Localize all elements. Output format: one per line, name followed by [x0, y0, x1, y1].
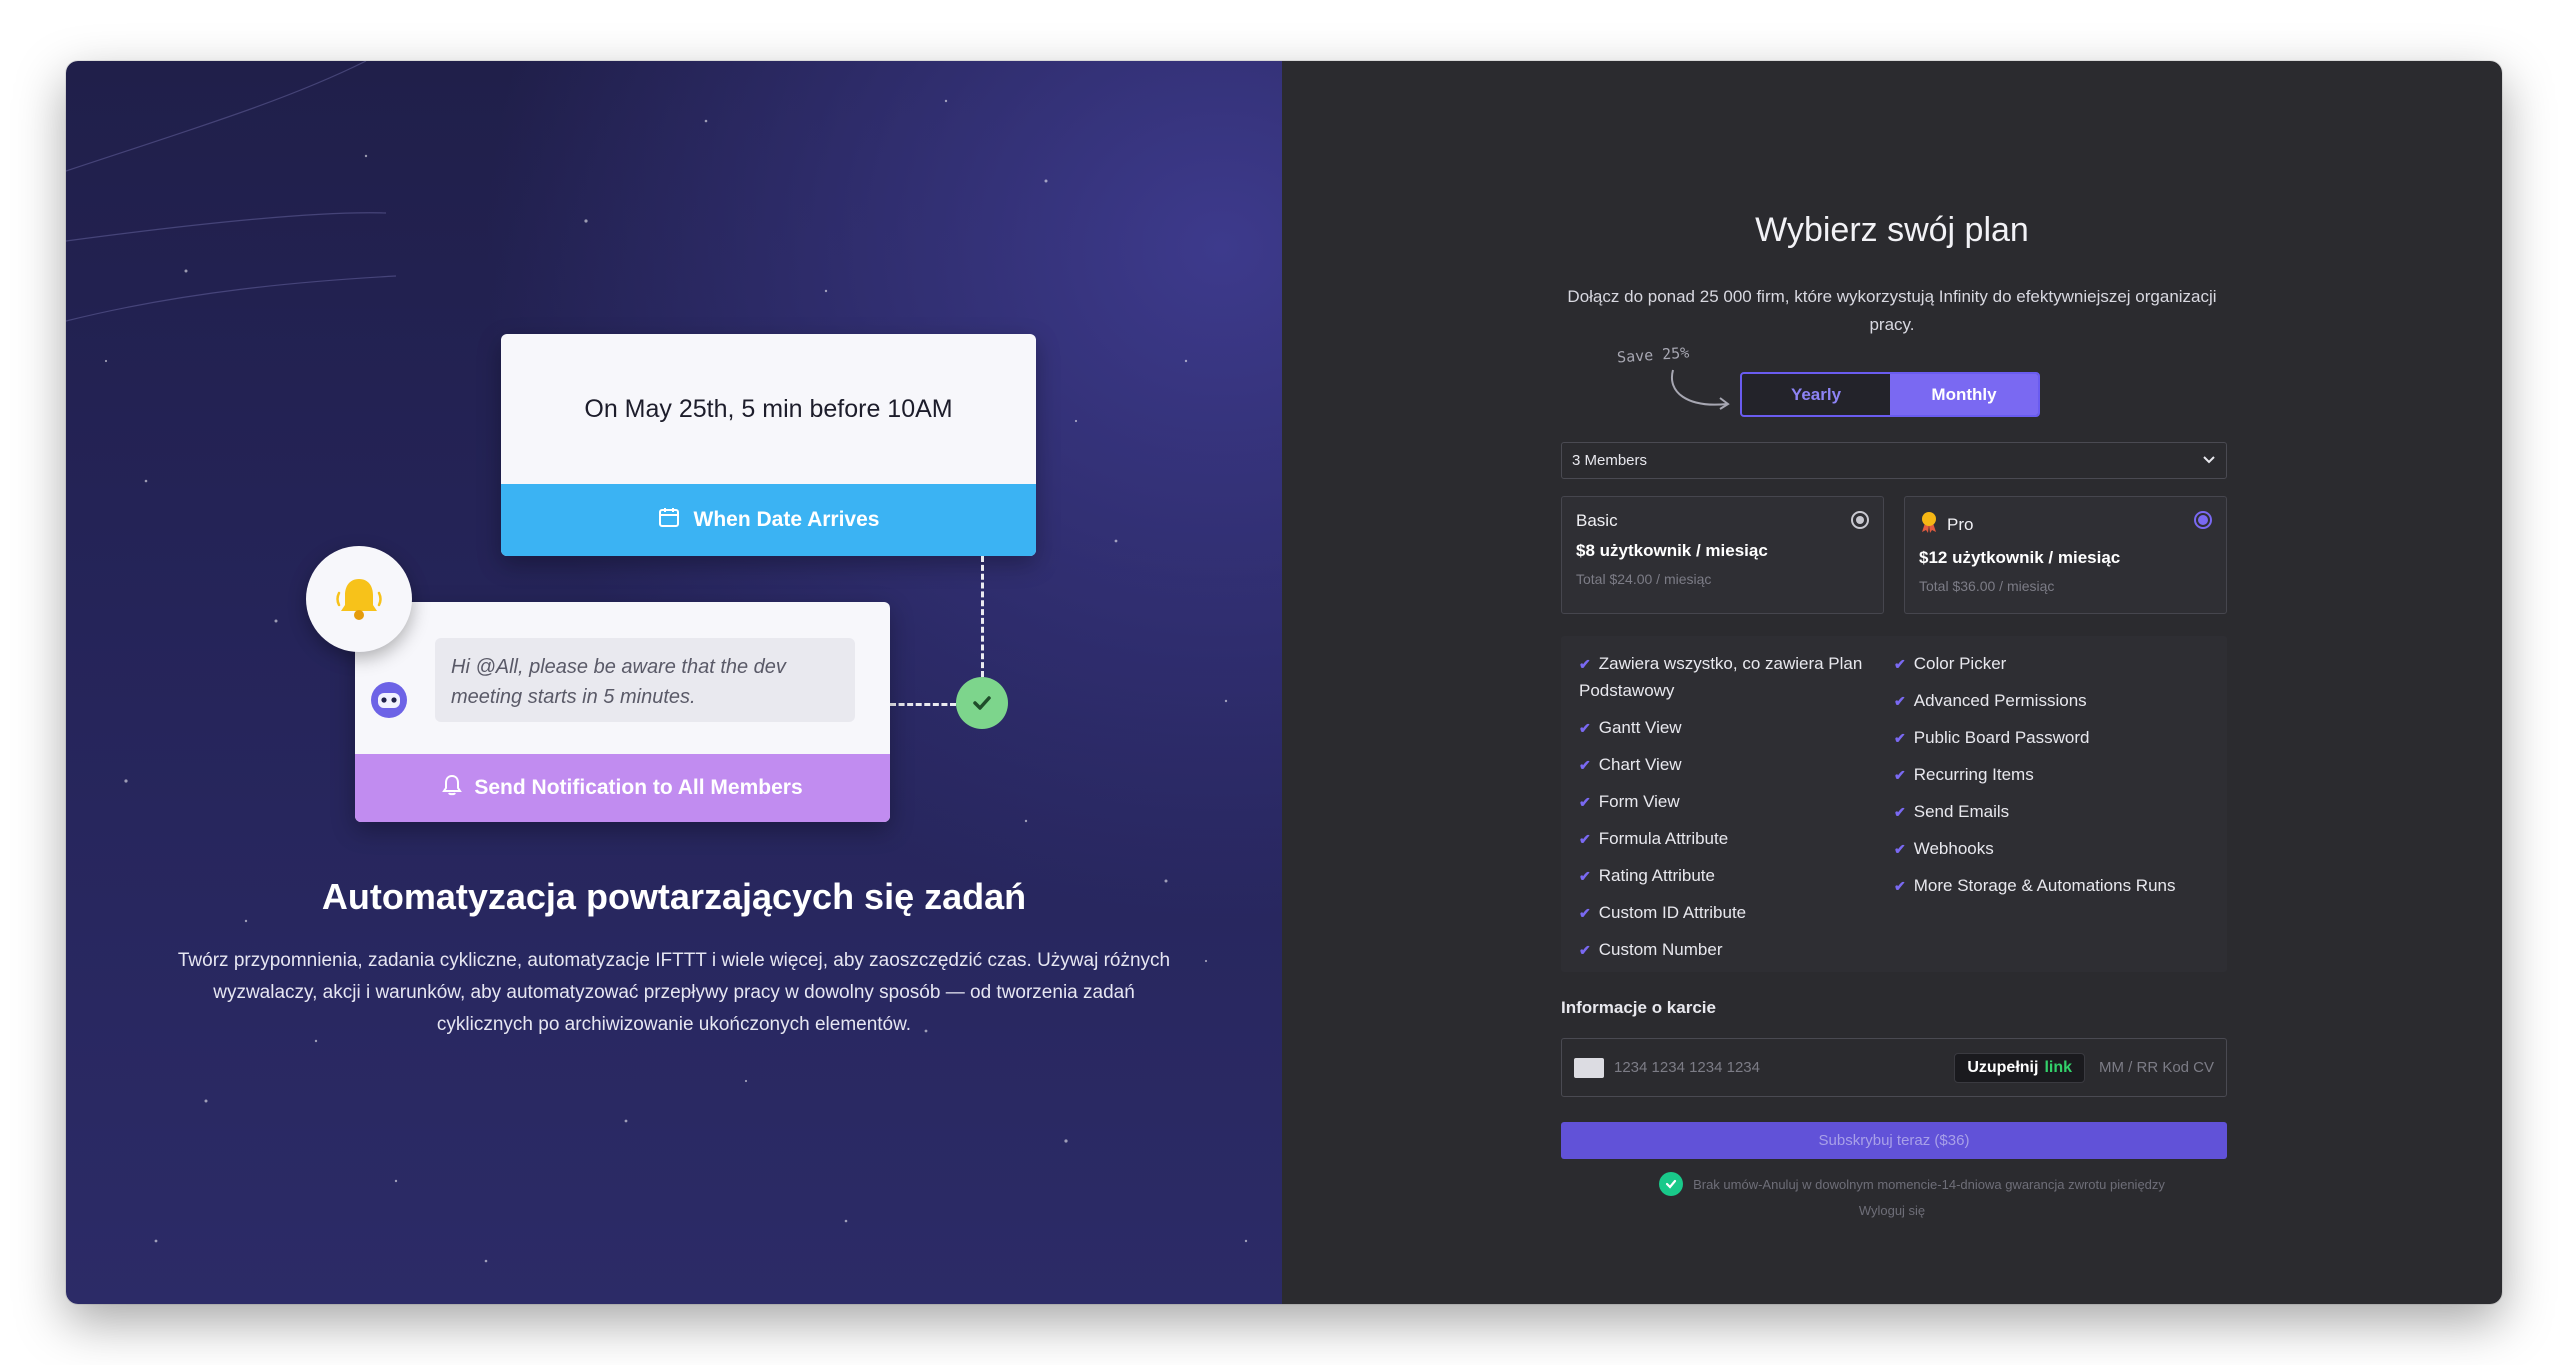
logout-link[interactable]: Wyloguj się — [1282, 1203, 2502, 1218]
members-select[interactable]: 3 Members — [1561, 442, 2227, 479]
feature-item: ✔ Formula Attribute — [1579, 829, 1729, 848]
feature-item: ✔ Rating Attribute — [1579, 866, 1715, 885]
plan-price: $12 użytkownik / miesiąc — [1919, 548, 2121, 567]
feature-item: ✔ Recurring Items — [1894, 765, 2034, 784]
feature-item-continued: Podstawowy — [1579, 681, 1675, 700]
check-icon: ✔ — [1579, 868, 1591, 884]
check-icon: ✔ — [1579, 757, 1591, 773]
robot-avatar-icon — [369, 680, 409, 720]
trigger-bar-label: When Date Arrives — [693, 508, 880, 531]
feature-item: ✔ Custom Number — [1579, 940, 1723, 959]
check-icon: ✔ — [1894, 656, 1906, 672]
bell-icon — [306, 546, 412, 652]
feature-item: ✔ Zawiera wszystko, co zawiera Plan — [1579, 654, 1863, 673]
page-subtitle: Dołącz do ponad 25 000 firm, które wykor… — [1567, 287, 2217, 334]
feature-item: ✔ Send Emails — [1894, 802, 2010, 821]
feature-title: Automatyzacja powtarzających się zadań — [321, 876, 1027, 917]
feature-item: ✔ Custom ID Attribute — [1579, 903, 1747, 922]
message-bubble: Hi @All, please be aware that the dev me… — [435, 638, 855, 722]
feature-item: ✔ Color Picker — [1894, 654, 2007, 673]
chevron-down-icon — [2202, 452, 2216, 469]
success-check-icon — [956, 677, 1008, 729]
check-icon: ✔ — [1894, 730, 1906, 746]
check-icon: ✔ — [1579, 942, 1591, 958]
guarantee-text: Brak umów-Anuluj w dowolnym momencie-14-… — [1693, 1176, 2165, 1192]
check-icon: ✔ — [1894, 841, 1906, 857]
yearly-toggle-button[interactable]: Yearly — [1742, 374, 1890, 415]
app-window: On May 25th, 5 min before 10AM When Date… — [66, 61, 2502, 1304]
feature-item: ✔ Advanced Permissions — [1894, 691, 2087, 710]
check-icon: ✔ — [1579, 831, 1591, 847]
guarantee-note: Brak umów-Anuluj w dowolnym momencie-14-… — [1282, 1172, 2502, 1196]
plan-name: Basic — [1576, 511, 1618, 530]
date-trigger-card: On May 25th, 5 min before 10AM When Date… — [501, 334, 1036, 556]
send-notification-bar: Send Notification to All Members — [355, 754, 890, 822]
bell-outline-icon — [442, 774, 463, 802]
plan-total: Total $24.00 / miesiąc — [1576, 571, 1712, 587]
plan-features-list: ✔ Zawiera wszystko, co zawiera Plan Podst… — [1561, 636, 2227, 972]
autofill-link-button[interactable]: Uzupełnij link — [1954, 1052, 2085, 1083]
check-icon: ✔ — [1894, 878, 1906, 894]
automation-showcase-panel: On May 25th, 5 min before 10AM When Date… — [66, 61, 1282, 1304]
trigger-description: On May 25th, 5 min before 10AM — [584, 394, 953, 423]
medal-icon — [1919, 511, 1939, 538]
notify-bar-label: Send Notification to All Members — [474, 776, 803, 799]
subscribe-button[interactable]: Subskrybuj teraz ($36) — [1561, 1122, 2227, 1159]
feature-item: ✔ Chart View — [1579, 755, 1682, 774]
link-logo: link — [2044, 1058, 2072, 1076]
billing-period-toggle: Yearly Monthly — [1740, 372, 2040, 417]
feature-item: ✔ Gantt View — [1579, 718, 1682, 737]
expiry-cvc-placeholder[interactable]: MM / RR Kod CVC — [2099, 1059, 2214, 1076]
check-icon: ✔ — [1579, 656, 1591, 672]
members-select-value: 3 Members — [1572, 452, 1648, 469]
check-icon: ✔ — [1894, 767, 1906, 783]
connector-line-vertical — [981, 556, 984, 677]
card-info-label: Informacje o karcie — [1561, 998, 1716, 1017]
plan-name: Pro — [1947, 514, 1974, 534]
connector-line-horizontal — [890, 703, 956, 706]
credit-card-icon — [1574, 1057, 1604, 1078]
page-title: Wybierz swój plan — [1755, 211, 2029, 249]
check-icon: ✔ — [1894, 804, 1906, 820]
check-icon: ✔ — [1579, 794, 1591, 810]
save-annotation: Save 25% — [1616, 343, 1690, 367]
when-date-arrives-bar: When Date Arrives — [501, 484, 1036, 556]
notification-action-card: Hi @All, please be aware that the dev me… — [355, 602, 890, 822]
autofill-label: Uzupełnij — [1967, 1058, 2039, 1076]
curved-arrow-icon — [1670, 369, 1730, 410]
plan-card-pro[interactable]: Pro $12 użytkownik / miesiąc Total $36.0… — [1904, 496, 2227, 614]
pricing-panel: Wybierz swój plan Dołącz do ponad 25 000… — [1282, 61, 2502, 1304]
feature-item: ✔ Form View — [1579, 792, 1680, 811]
monthly-toggle-button[interactable]: Monthly — [1890, 374, 2038, 415]
feature-item: ✔ Webhooks — [1894, 839, 1994, 858]
check-icon: ✔ — [1894, 693, 1906, 709]
feature-item: ✔ More Storage & Automations Runs — [1894, 876, 2176, 895]
calendar-icon — [658, 506, 680, 534]
card-number-input[interactable]: 1234 1234 1234 1234 Uzupełnij link MM / … — [1561, 1038, 2227, 1097]
feature-description: Twórz przypomnienia, zadania cykliczne, … — [177, 950, 1171, 1035]
check-icon: ✔ — [1579, 905, 1591, 921]
check-icon: ✔ — [1579, 720, 1591, 736]
feature-item: ✔ Public Board Password — [1894, 728, 2090, 747]
card-number-placeholder: 1234 1234 1234 1234 — [1614, 1059, 1760, 1076]
plan-total: Total $36.00 / miesiąc — [1919, 578, 2055, 594]
plan-card-basic[interactable]: Basic $8 użytkownik / miesiąc Total $24.… — [1561, 496, 1884, 614]
plan-radio-selected[interactable] — [2194, 511, 2212, 529]
plan-radio[interactable] — [1851, 511, 1869, 529]
verified-check-icon — [1659, 1172, 1684, 1196]
plan-price: $8 użytkownik / miesiąc — [1576, 541, 1768, 560]
